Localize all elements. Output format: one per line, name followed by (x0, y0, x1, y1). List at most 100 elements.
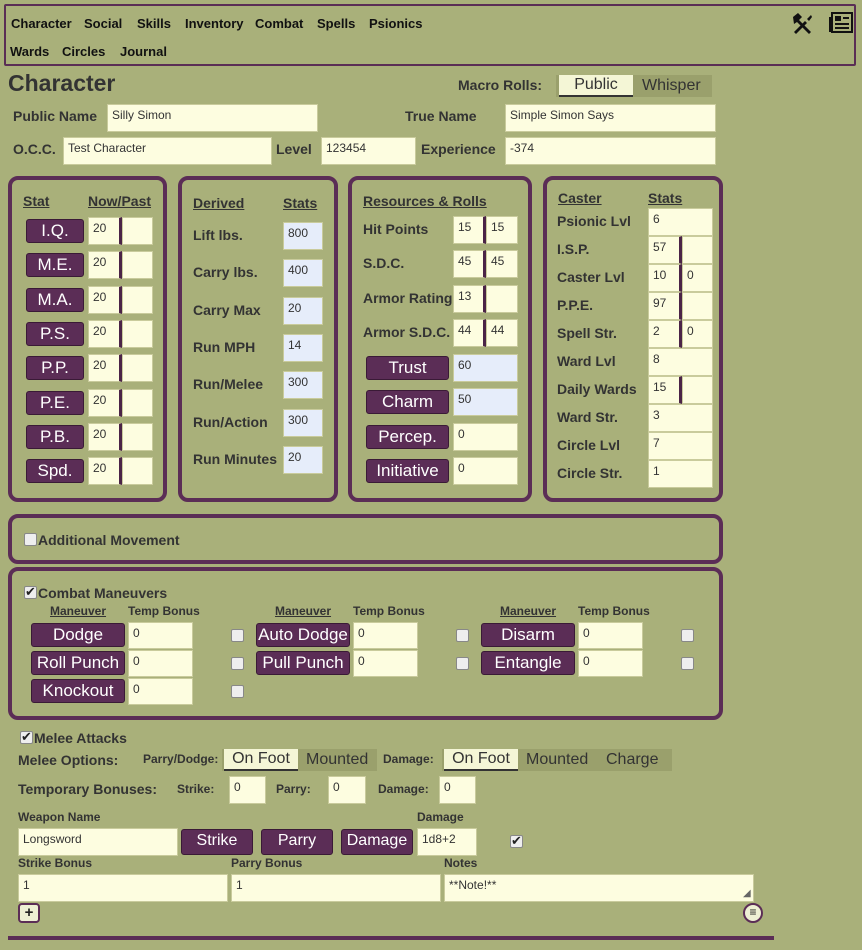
parry-mounted-option[interactable]: Mounted (298, 751, 376, 769)
weapon-name-input[interactable]: Longsword (18, 828, 178, 856)
maneuver-checkbox[interactable] (231, 657, 244, 670)
reorder-icon[interactable]: ≡ (743, 903, 763, 923)
weapon-active-checkbox[interactable] (510, 833, 523, 849)
maneuver-checkbox[interactable] (681, 629, 694, 642)
parry-button[interactable]: Parry (261, 829, 333, 855)
stat-button[interactable]: P.S. (26, 321, 84, 346)
roll-value-input[interactable]: 50 (453, 388, 518, 417)
notes-textarea[interactable]: **Note!** (444, 874, 754, 902)
level-input[interactable]: 123454 (321, 137, 416, 165)
maneuver-bonus-input[interactable]: 0 (128, 622, 193, 649)
tools-icon[interactable] (790, 12, 814, 41)
derived-value-input[interactable]: 400 (283, 259, 323, 288)
maneuver-button[interactable]: Dodge (31, 623, 125, 647)
parry-on-foot-option[interactable]: On Foot (224, 749, 298, 771)
stat-past-input[interactable] (122, 251, 153, 280)
caster-value-input[interactable]: 6 (648, 208, 713, 236)
damage-mounted-option[interactable]: Mounted (518, 751, 596, 769)
maneuver-button[interactable]: Disarm (481, 623, 575, 647)
stat-now-input[interactable]: 20 (88, 251, 122, 280)
maneuver-button[interactable]: Pull Punch (256, 651, 350, 675)
damage-charge-option[interactable]: Charge (598, 751, 666, 769)
maneuver-button[interactable]: Knockout (31, 679, 125, 703)
caster-value-input[interactable]: 10 (648, 264, 682, 292)
caster-secondary-input[interactable] (682, 376, 713, 404)
tab-spells[interactable]: Spells (317, 16, 355, 31)
stat-button[interactable]: P.B. (26, 424, 84, 449)
derived-value-input[interactable]: 14 (283, 333, 323, 362)
public-name-input[interactable]: Silly Simon (107, 104, 318, 132)
true-name-input[interactable]: Simple Simon Says (505, 104, 716, 132)
newspaper-icon[interactable] (829, 12, 853, 39)
roll-value-input[interactable]: 0 (453, 422, 518, 451)
tab-circles[interactable]: Circles (62, 44, 105, 59)
maneuver-checkbox[interactable] (456, 629, 469, 642)
tab-inventory[interactable]: Inventory (185, 16, 244, 31)
maneuver-button[interactable]: Auto Dodge (256, 623, 350, 647)
experience-input[interactable]: -374 (505, 137, 716, 165)
roll-button[interactable]: Charm (366, 390, 449, 415)
occ-input[interactable]: Test Character (63, 137, 272, 165)
stat-now-input[interactable]: 20 (88, 388, 122, 417)
maneuver-bonus-input[interactable]: 0 (353, 622, 418, 649)
derived-value-input[interactable]: 20 (283, 296, 323, 325)
caster-value-input[interactable]: 3 (648, 404, 713, 432)
resource-current-input[interactable]: 13 (453, 284, 486, 313)
damage-on-foot-option[interactable]: On Foot (444, 749, 518, 771)
stat-past-input[interactable] (122, 217, 153, 245)
stat-button[interactable]: M.E. (26, 253, 84, 278)
derived-value-input[interactable]: 300 (283, 371, 323, 400)
stat-now-input[interactable]: 20 (88, 319, 122, 348)
resource-max-input[interactable]: 15 (486, 216, 518, 244)
maneuver-checkbox[interactable] (681, 657, 694, 670)
resource-max-input[interactable]: 45 (486, 250, 518, 279)
stat-button[interactable]: P.P. (26, 356, 84, 381)
roll-value-input[interactable]: 0 (453, 456, 518, 485)
combat-maneuvers-checkbox[interactable] (24, 584, 37, 600)
stat-past-input[interactable] (122, 354, 153, 383)
stat-button[interactable]: P.E. (26, 390, 84, 415)
maneuver-bonus-input[interactable]: 0 (128, 678, 193, 705)
stat-now-input[interactable]: 20 (88, 354, 122, 383)
maneuver-bonus-input[interactable]: 0 (578, 622, 643, 649)
maneuver-button[interactable]: Entangle (481, 651, 575, 675)
stat-past-input[interactable] (122, 285, 153, 314)
parry-temp-input[interactable]: 0 (328, 776, 366, 804)
caster-secondary-input[interactable] (682, 236, 713, 264)
strike-bonus-input[interactable]: 1 (18, 874, 228, 902)
derived-value-input[interactable]: 800 (283, 222, 323, 250)
stat-past-input[interactable] (122, 422, 153, 451)
caster-value-input[interactable]: 15 (648, 376, 682, 404)
caster-value-input[interactable]: 97 (648, 292, 682, 320)
stat-now-input[interactable]: 20 (88, 457, 122, 486)
maneuver-button[interactable]: Roll Punch (31, 651, 125, 675)
resource-max-input[interactable] (486, 284, 518, 313)
caster-value-input[interactable]: 2 (648, 320, 682, 348)
resize-handle-icon[interactable]: ◢ (743, 888, 751, 899)
caster-value-input[interactable]: 7 (648, 432, 713, 460)
tab-social[interactable]: Social (84, 16, 122, 31)
roll-button[interactable]: Trust (366, 356, 449, 380)
stat-now-input[interactable]: 20 (88, 217, 122, 245)
maneuver-bonus-input[interactable]: 0 (353, 650, 418, 677)
tab-character[interactable]: Character (11, 16, 72, 31)
derived-value-input[interactable]: 300 (283, 408, 323, 437)
stat-button[interactable]: I.Q. (26, 219, 84, 243)
maneuver-bonus-input[interactable]: 0 (578, 650, 643, 677)
stat-past-input[interactable] (122, 457, 153, 486)
damage-button[interactable]: Damage (341, 829, 413, 855)
melee-attacks-checkbox[interactable] (20, 729, 33, 745)
caster-secondary-input[interactable] (682, 292, 713, 320)
tab-wards[interactable]: Wards (10, 44, 49, 59)
maneuver-checkbox[interactable] (231, 685, 244, 698)
additional-movement-checkbox[interactable] (24, 533, 37, 546)
stat-now-input[interactable]: 20 (88, 285, 122, 314)
stat-button[interactable]: Spd. (26, 459, 84, 484)
stat-button[interactable]: M.A. (26, 287, 84, 312)
tab-skills[interactable]: Skills (137, 16, 171, 31)
add-weapon-icon[interactable]: + (18, 903, 40, 923)
macro-public-option[interactable]: Public (559, 75, 633, 97)
macro-whisper-option[interactable]: Whisper (634, 77, 709, 95)
derived-value-input[interactable]: 20 (283, 445, 323, 474)
tab-combat[interactable]: Combat (255, 16, 303, 31)
